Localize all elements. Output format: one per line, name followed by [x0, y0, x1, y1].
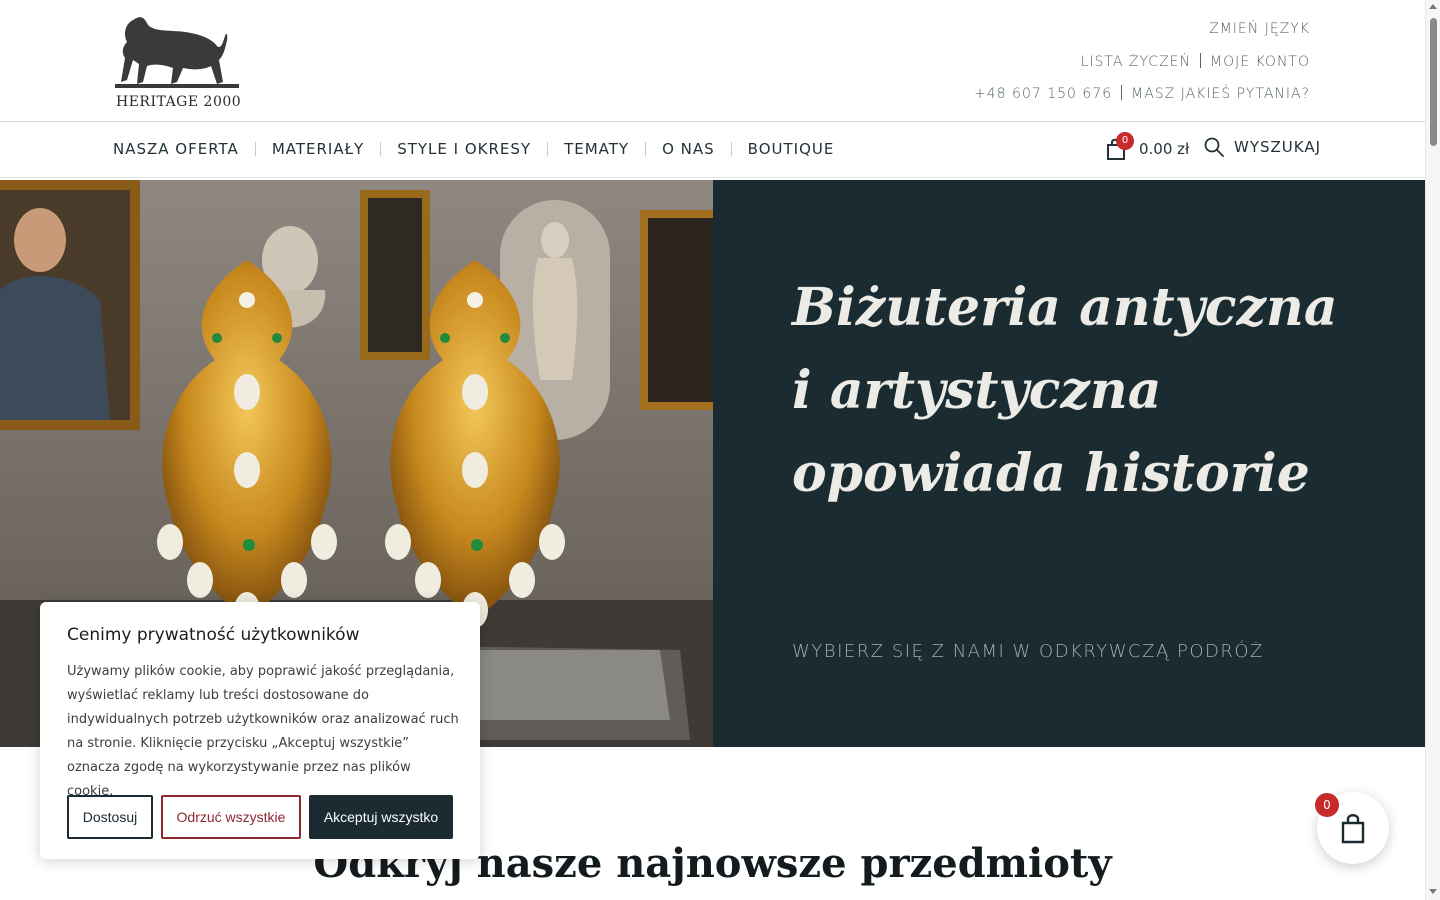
- phone-link[interactable]: +48 607 150 676: [974, 86, 1112, 102]
- page-scrollbar[interactable]: [1425, 0, 1440, 900]
- search-label: WYSZUKAJ: [1234, 138, 1322, 156]
- divider: [254, 142, 256, 156]
- divider: [547, 142, 549, 156]
- nav-item-themes[interactable]: TEMATY: [564, 140, 629, 158]
- divider: [730, 142, 732, 156]
- divider: [1199, 53, 1201, 68]
- utility-row-language: ZMIEŃ JĘZYK: [1209, 21, 1310, 37]
- floating-cart-count-badge: 0: [1315, 793, 1339, 817]
- reject-all-cookies-button[interactable]: Odrzuć wszystkie: [161, 795, 301, 839]
- cart-total: 0.00 zł: [1139, 140, 1190, 158]
- hero-subtitle-link[interactable]: WYBIERZ SIĘ Z NAMI W ODKRYWCZĄ PODRÓŻ: [792, 641, 1264, 662]
- change-language-link[interactable]: ZMIEŃ JĘZYK: [1209, 21, 1310, 37]
- search-icon: [1204, 137, 1224, 157]
- header-cart[interactable]: 0 0.00 zł: [1105, 132, 1190, 161]
- my-account-link[interactable]: MOJE KONTO: [1210, 54, 1310, 70]
- site-header: HERITAGE 2000 ZMIEŃ JĘZYK LISTA ŻYCZEŃ MO…: [0, 0, 1425, 122]
- customize-cookies-button[interactable]: Dostosuj: [67, 795, 153, 839]
- cookie-title: Cenimy prywatność użytkowników: [67, 625, 360, 645]
- scroll-down-arrow-icon[interactable]: [1429, 889, 1437, 894]
- divider: [380, 142, 382, 156]
- wishlist-link[interactable]: LISTA ŻYCZEŃ: [1081, 54, 1191, 70]
- hero-title: Biżuteria antyczna i artystyczna opowiad…: [792, 277, 1338, 504]
- scroll-up-arrow-icon[interactable]: [1429, 4, 1437, 9]
- nav-item-boutique[interactable]: BOUTIQUE: [748, 140, 835, 158]
- search-toggle[interactable]: WYSZUKAJ: [1204, 137, 1321, 157]
- cookie-consent-dialog: Cenimy prywatność użytkowników Używamy p…: [40, 602, 480, 859]
- divider: [1121, 85, 1123, 100]
- main-navigation: NASZA OFERTA MATERIAŁY STYLE I OKRESY TE…: [0, 123, 1425, 178]
- nav-item-about[interactable]: O NAS: [662, 140, 715, 158]
- utility-row-account: LISTA ŻYCZEŃ MOJE KONTO: [1081, 53, 1310, 70]
- divider: [645, 142, 647, 156]
- scrollbar-thumb[interactable]: [1430, 18, 1437, 146]
- hero-text-panel: Biżuteria antyczna i artystyczna opowiad…: [713, 180, 1425, 747]
- cookie-description: Używamy plików cookie, aby poprawić jako…: [67, 664, 459, 799]
- panther-logo-icon: [115, 17, 239, 88]
- logo-text: HERITAGE 2000: [116, 94, 242, 110]
- main-menu: NASZA OFERTA MATERIAŁY STYLE I OKRESY TE…: [113, 140, 834, 158]
- cart-icon-wrapper: 0: [1105, 132, 1134, 161]
- site-logo[interactable]: HERITAGE 2000: [113, 12, 243, 112]
- nav-item-materials[interactable]: MATERIAŁY: [272, 140, 364, 158]
- floating-cart-button[interactable]: 0: [1315, 792, 1389, 864]
- questions-link[interactable]: MASZ JAKIEŚ PYTANIA?: [1131, 86, 1310, 102]
- shopping-bag-icon: [1341, 814, 1365, 844]
- utility-row-contact: +48 607 150 676 MASZ JAKIEŚ PYTANIA?: [974, 85, 1310, 102]
- cart-count-badge: 0: [1116, 132, 1134, 150]
- accept-all-cookies-button[interactable]: Akceptuj wszystko: [309, 795, 453, 839]
- nav-item-styles[interactable]: STYLE I OKRESY: [397, 140, 531, 158]
- nav-item-offer[interactable]: NASZA OFERTA: [113, 140, 239, 158]
